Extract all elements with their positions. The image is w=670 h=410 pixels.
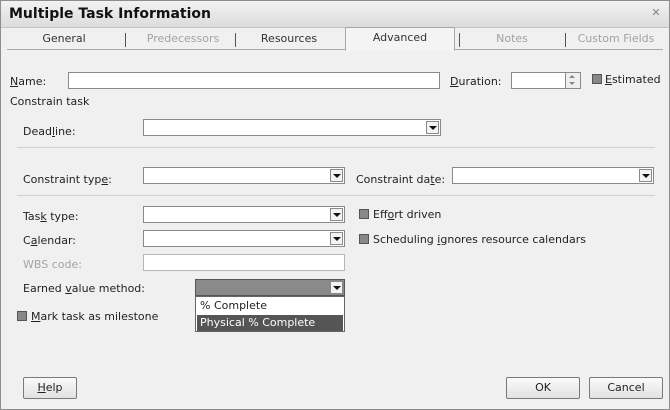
option-physical-percent-complete[interactable]: Physical % Complete [197,315,343,331]
tab-general[interactable]: General [9,29,119,49]
task-type-dropdown[interactable] [143,206,345,223]
earned-value-method-label: Earned value method: [23,282,145,295]
tab-separator [235,33,236,47]
earned-value-options-list[interactable]: % Complete Physical % Complete [195,296,345,332]
constraint-date-dropdown[interactable] [452,167,654,184]
constraint-type-dropdown[interactable] [143,167,345,184]
scheduling-ignores-checkbox[interactable] [359,234,369,244]
multiple-task-information-dialog: Multiple Task Information ✕ General Pred… [0,0,670,410]
chevron-down-icon[interactable] [330,281,343,294]
wbs-code-label: WBS code: [23,258,82,271]
option-percent-complete[interactable]: % Complete [197,298,343,314]
chevron-down-icon[interactable] [330,208,343,221]
chevron-down-icon[interactable] [639,169,652,182]
duration-label: Duration: [450,75,502,88]
help-button[interactable]: Help [23,377,77,399]
dialog-title: Multiple Task Information [9,6,211,22]
deadline-label: Deadline: [23,125,76,138]
tab-strip: General Predecessors Resources Advanced … [7,27,663,51]
task-type-label: Task type: [23,210,79,223]
tab-advanced[interactable]: Advanced [345,27,455,51]
tab-notes[interactable]: Notes [463,29,561,49]
ok-button[interactable]: OK [506,377,580,399]
calendar-label: Calendar: [23,234,76,247]
spin-down-icon[interactable] [569,82,575,85]
earned-value-method-dropdown[interactable] [195,279,345,296]
chevron-down-icon[interactable] [330,232,343,245]
chevron-down-icon[interactable] [426,121,439,134]
effort-driven-label: Effort driven [373,208,442,221]
duration-field[interactable] [511,72,581,89]
constraint-type-label: Constraint type: [23,173,112,186]
mark-milestone-label: Mark task as milestone [31,310,159,323]
estimated-label: Estimated [605,73,661,86]
name-label: Name: [10,75,47,88]
name-field[interactable] [68,72,440,89]
tab-resources[interactable]: Resources [239,29,339,49]
tab-separator [565,33,566,47]
divider [17,195,655,196]
duration-spinner[interactable] [565,73,580,88]
calendar-dropdown[interactable] [143,230,345,247]
close-icon[interactable]: ✕ [649,7,663,20]
wbs-code-field[interactable] [143,254,345,271]
constraint-date-label: Constraint date: [356,173,446,186]
scheduling-ignores-label: Scheduling ignores resource calendars [373,233,586,246]
cancel-button[interactable]: Cancel [589,377,663,399]
tab-custom-fields[interactable]: Custom Fields [569,29,663,49]
deadline-dropdown[interactable] [143,119,441,136]
tab-separator [459,33,460,47]
tab-predecessors[interactable]: Predecessors [129,29,237,49]
estimated-checkbox[interactable] [592,74,602,84]
constrain-task-heading: Constrain task [10,95,90,108]
divider [17,147,655,148]
tab-separator [125,33,126,47]
title-bar: Multiple Task Information ✕ [1,1,669,28]
mark-milestone-checkbox[interactable] [17,311,27,321]
spin-up-icon[interactable] [569,75,575,78]
chevron-down-icon[interactable] [330,169,343,182]
effort-driven-checkbox[interactable] [359,209,369,219]
